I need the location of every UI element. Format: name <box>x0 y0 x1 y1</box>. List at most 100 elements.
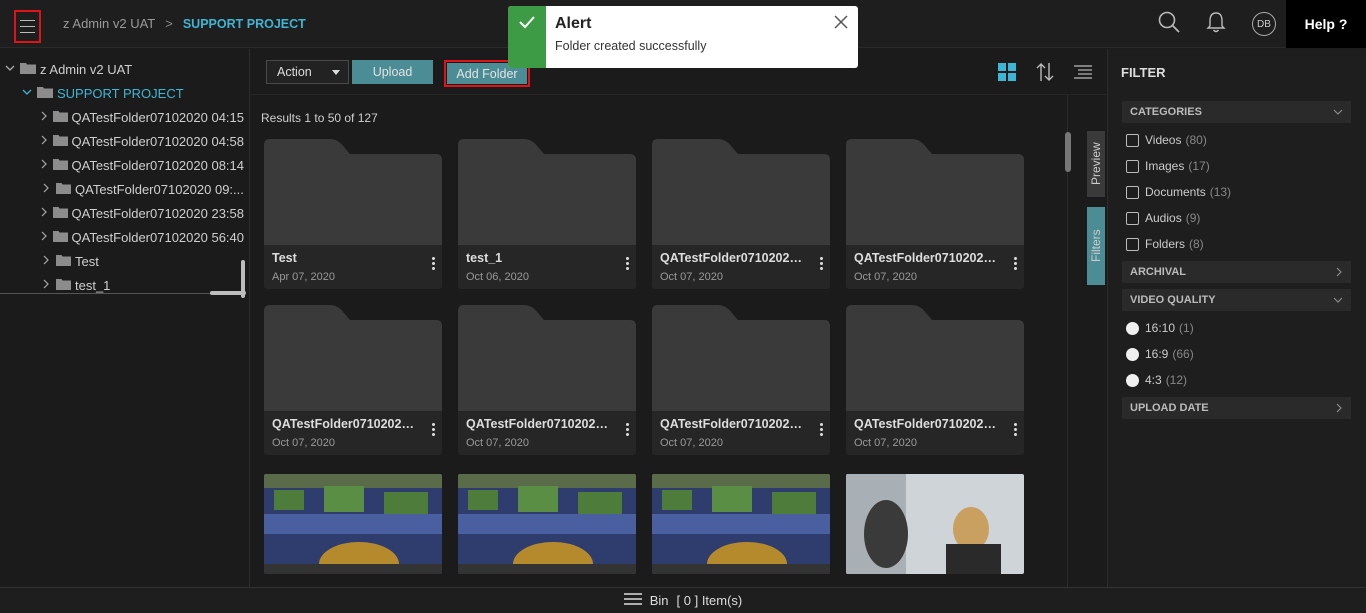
tree-node-folder[interactable]: QATestFolder07102020 09:... <box>0 177 244 201</box>
grid-view-icon[interactable] <box>998 63 1016 86</box>
search-icon[interactable] <box>1158 11 1180 38</box>
folder-date: Oct 07, 2020 <box>466 437 529 449</box>
filter-section-categories[interactable]: CATEGORIES <box>1122 101 1351 123</box>
more-options-icon[interactable] <box>428 257 438 270</box>
chevron-right-icon[interactable] <box>40 159 49 172</box>
upload-button[interactable]: Upload <box>352 60 433 84</box>
chevron-right-icon[interactable] <box>40 279 52 292</box>
folder-card[interactable]: QATestFolder07102020 ... Oct 07, 2020 <box>264 305 442 455</box>
list-view-icon[interactable] <box>1074 65 1092 84</box>
chevron-right-icon[interactable] <box>40 135 49 148</box>
radio-button[interactable] <box>1126 347 1139 361</box>
tree-node-project[interactable]: SUPPORT PROJECT <box>0 81 244 105</box>
sort-icon[interactable] <box>1036 62 1054 87</box>
option-label: Documents <box>1145 185 1206 199</box>
tree-node-folder[interactable]: QATestFolder07102020 08:14 <box>0 153 244 177</box>
folder-card[interactable]: Test Apr 07, 2020 <box>264 139 442 289</box>
tree-node-folder[interactable]: QATestFolder07102020 04:15 <box>0 105 244 129</box>
folder-icon <box>56 254 71 269</box>
grid-scrollbar[interactable] <box>1065 132 1071 172</box>
folder-card[interactable]: QATestFolder07102020 ... Oct 07, 2020 <box>652 139 830 289</box>
filter-section-upload-date[interactable]: UPLOAD DATE <box>1122 397 1351 419</box>
breadcrumb-root[interactable]: z Admin v2 UAT <box>63 16 155 31</box>
results-count: Results 1 to 50 of 127 <box>261 111 378 125</box>
checkbox[interactable] <box>1126 133 1139 147</box>
chevron-down-icon[interactable] <box>4 64 16 75</box>
radio-button[interactable] <box>1126 321 1139 335</box>
category-filter-option[interactable]: Folders (8) <box>1126 235 1204 253</box>
folder-card[interactable]: test_1 Oct 06, 2020 <box>458 139 636 289</box>
option-count: (66) <box>1172 347 1194 361</box>
more-options-icon[interactable] <box>622 257 632 270</box>
folder-date: Oct 07, 2020 <box>854 271 917 283</box>
bin-label: Bin <box>649 593 669 608</box>
tab-filters[interactable]: Filters <box>1087 207 1105 285</box>
chevron-right-icon[interactable] <box>40 183 52 196</box>
chevron-right-icon[interactable] <box>40 207 49 220</box>
checkbox[interactable] <box>1126 159 1139 173</box>
folder-thumbnail-icon <box>652 305 830 411</box>
video-thumbnail[interactable] <box>652 474 830 574</box>
menu-icon[interactable] <box>623 593 642 608</box>
radio-button[interactable] <box>1126 373 1139 387</box>
video-thumbnail[interactable] <box>846 474 1024 574</box>
more-options-icon[interactable] <box>816 423 826 436</box>
chevron-right-icon[interactable] <box>40 111 49 124</box>
action-dropdown[interactable]: Action <box>266 60 349 84</box>
folder-card[interactable]: QATestFolder07102020 ... Oct 07, 2020 <box>458 305 636 455</box>
video-quality-option[interactable]: 4:3 (12) <box>1126 371 1187 389</box>
category-filter-option[interactable]: Documents (13) <box>1126 183 1231 201</box>
video-quality-option[interactable]: 16:10 (1) <box>1126 319 1194 337</box>
tree-node-folder[interactable]: QATestFolder07102020 04:58 <box>0 129 244 153</box>
tree-node-root[interactable]: z Admin v2 UAT <box>0 57 244 81</box>
chevron-right-icon[interactable] <box>40 231 49 244</box>
tab-preview[interactable]: Preview <box>1087 131 1105 197</box>
tree-node-folder[interactable]: QATestFolder07102020 56:40 <box>0 225 244 249</box>
section-label: UPLOAD DATE <box>1130 402 1209 414</box>
bell-icon[interactable] <box>1206 11 1226 38</box>
folder-thumbnail-icon <box>264 139 442 245</box>
breadcrumb-current[interactable]: SUPPORT PROJECT <box>183 17 306 31</box>
category-filter-option[interactable]: Videos (80) <box>1126 131 1207 149</box>
chevron-down-icon <box>1333 107 1343 119</box>
alert-toast: Alert Folder created successfully <box>508 6 858 68</box>
more-options-icon[interactable] <box>622 423 632 436</box>
checkbox[interactable] <box>1126 185 1139 199</box>
tree-node-folder[interactable]: Test <box>0 249 244 273</box>
video-quality-option[interactable]: 16:9 (66) <box>1126 345 1194 363</box>
more-options-icon[interactable] <box>428 423 438 436</box>
asset-grid: Test Apr 07, 2020 test_1 Oct 06, 2020 QATest… <box>264 139 1054 579</box>
category-filter-option[interactable]: Images (17) <box>1126 157 1210 175</box>
folder-card[interactable]: QATestFolder07102020 ... Oct 07, 2020 <box>846 139 1024 289</box>
video-thumbnail[interactable] <box>458 474 636 574</box>
checkbox[interactable] <box>1126 211 1139 225</box>
close-icon[interactable] <box>834 15 848 34</box>
chevron-down-icon[interactable] <box>21 88 33 99</box>
tree-node-folder[interactable]: QATestFolder07102020 23:58 <box>0 201 244 225</box>
breadcrumb-separator-icon: > <box>165 16 173 31</box>
tree-horizontal-scrollbar[interactable] <box>210 291 246 295</box>
checkbox[interactable] <box>1126 237 1139 251</box>
hamburger-menu-icon[interactable] <box>14 10 41 43</box>
option-label: Folders <box>1145 237 1186 251</box>
more-options-icon[interactable] <box>816 257 826 270</box>
video-thumbnail[interactable] <box>264 474 442 574</box>
option-count: (9) <box>1185 211 1201 225</box>
chevron-right-icon[interactable] <box>40 255 52 268</box>
bin-bar[interactable]: Bin [ 0 ] Item(s) <box>0 587 1366 613</box>
folder-open-icon <box>37 86 53 101</box>
filter-section-archival[interactable]: ARCHIVAL <box>1122 261 1351 283</box>
more-options-icon[interactable] <box>1010 423 1020 436</box>
filter-section-video-quality[interactable]: VIDEO QUALITY <box>1122 289 1351 311</box>
tree-node-folder[interactable]: test_1 <box>0 273 244 293</box>
folder-card[interactable]: QATestFolder07102020 ... Oct 07, 2020 <box>652 305 830 455</box>
avatar[interactable]: DB <box>1252 12 1276 36</box>
folder-tree-panel: z Admin v2 UAT SUPPORT PROJECT QATestFol… <box>0 49 250 587</box>
more-options-icon[interactable] <box>1010 257 1020 270</box>
option-label: 16:9 <box>1145 347 1169 361</box>
tree-node-label: QATestFolder07102020 09:... <box>75 181 244 197</box>
help-button[interactable]: Help ? <box>1286 0 1366 48</box>
folder-card[interactable]: QATestFolder07102020 ... Oct 07, 2020 <box>846 305 1024 455</box>
category-filter-option[interactable]: Audios (9) <box>1126 209 1200 227</box>
folder-icon <box>52 206 68 221</box>
